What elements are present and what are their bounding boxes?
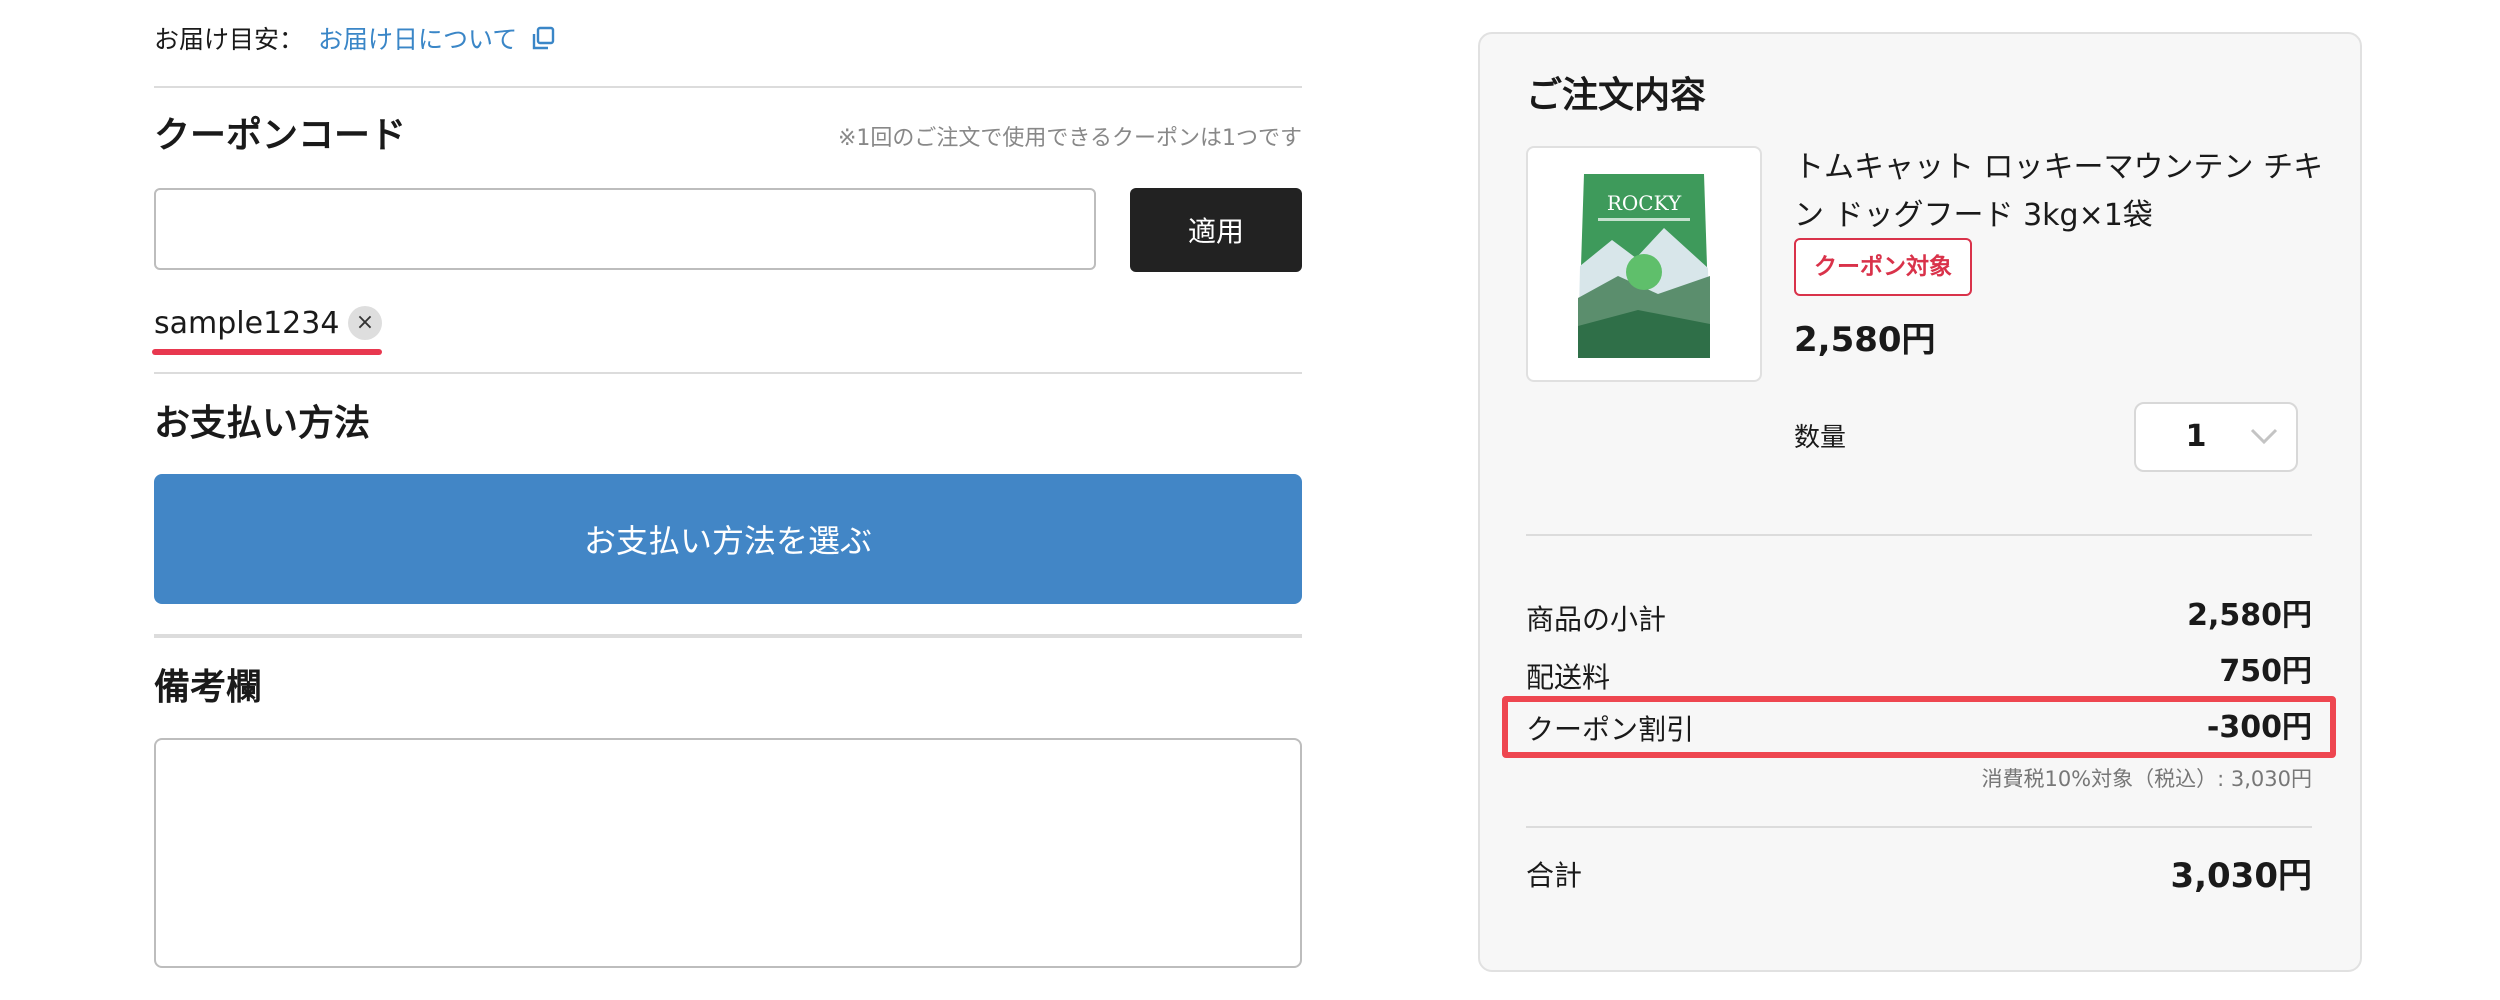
memo-section-title: 備考欄 <box>154 667 263 708</box>
subtotal-value: 2,580円 <box>2187 598 2312 633</box>
shipping-label: 配送料 <box>1526 661 1611 694</box>
coupon-discount-highlight <box>1502 696 2336 758</box>
delivery-date-link[interactable]: お届け日について <box>318 24 517 56</box>
quantity-value: 1 <box>2185 419 2207 454</box>
product-name: トムキャット ロッキーマウンテン チキン ドッグフード 3kg×1袋 <box>1794 150 2324 233</box>
quantity-select[interactable]: 1 <box>2134 402 2298 472</box>
coupon-section-title: クーポンコード <box>154 115 407 156</box>
product-price: 2,580円 <box>1794 320 1936 360</box>
coupon-usage-note: ※1回のご注文で使用できるクーポンは1つです <box>838 126 1302 151</box>
copy-icon[interactable] <box>530 26 556 52</box>
total-label: 合計 <box>1526 859 1583 892</box>
coupon-code-input[interactable] <box>154 188 1096 270</box>
total-value: 3,030円 <box>2170 856 2312 896</box>
package-brand: ROCKY <box>1607 191 1682 215</box>
dog-food-bag-image: ROCKY <box>1578 174 1710 358</box>
product-image: ROCKY <box>1526 146 1762 382</box>
payment-section-title: お支払い方法 <box>154 403 371 444</box>
divider <box>154 86 1302 88</box>
delivery-estimate-label: お届け目安： <box>154 25 305 54</box>
subtotal-label: 商品の小計 <box>1526 603 1667 636</box>
chevron-down-icon <box>2250 428 2278 445</box>
order-summary-title: ご注文内容 <box>1526 75 1707 116</box>
quantity-label: 数量 <box>1794 423 1847 453</box>
divider <box>154 634 1302 638</box>
applied-coupon-code: sample1234 <box>154 306 340 341</box>
choose-payment-button[interactable]: お支払い方法を選ぶ <box>154 474 1302 604</box>
memo-textarea[interactable] <box>154 738 1302 968</box>
coupon-eligible-badge: クーポン対象 <box>1794 238 1972 296</box>
divider <box>154 372 1302 374</box>
divider <box>1526 826 2312 828</box>
shipping-value: 750円 <box>2219 654 2312 689</box>
divider <box>1526 534 2312 536</box>
close-icon[interactable]: × <box>348 306 382 340</box>
applied-coupon-underline <box>152 349 382 355</box>
apply-coupon-button[interactable]: 適用 <box>1130 188 1302 272</box>
tax-note: 消費税10%対象（税込）: 3,030円 <box>1981 767 2312 791</box>
